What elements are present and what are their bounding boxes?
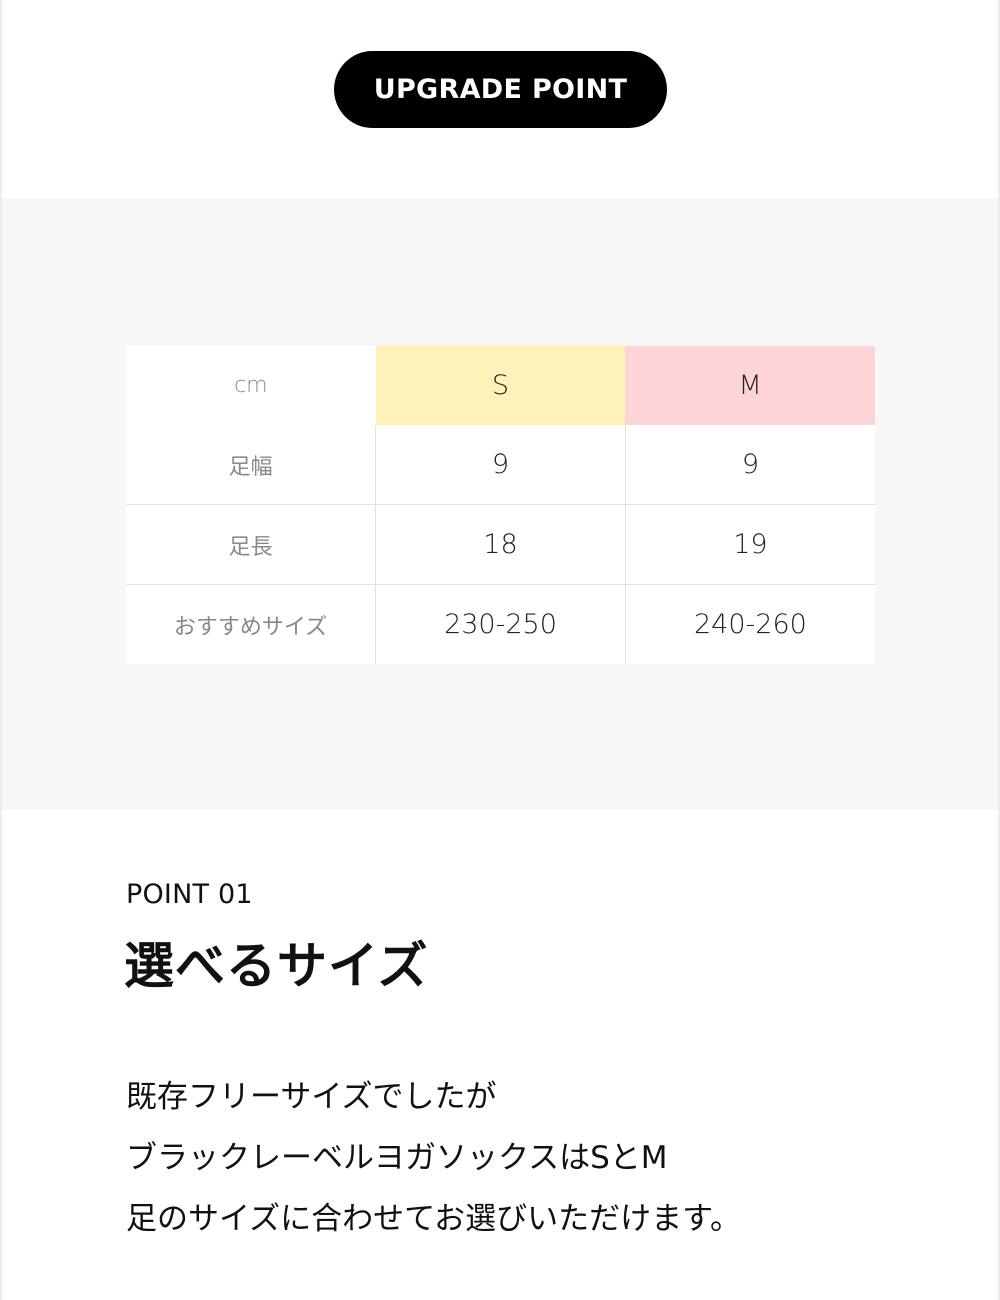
size-table: cm S M 足幅 9 9 足長 18 19 おすすめサイズ 230-250 2… <box>126 346 875 664</box>
cell-s-foot-length: 18 <box>375 504 626 585</box>
cell-m-foot-width: 9 <box>625 425 875 505</box>
description-line: ブラックレーベルヨガソックスはSとM <box>126 1140 668 1176</box>
upgrade-point-badge: UPGRADE POINT <box>334 51 667 128</box>
point-number-label: POINT 01 <box>126 879 253 910</box>
description-line: 既存フリーサイズでしたが <box>126 1079 497 1115</box>
size-s-header-cell: S <box>375 346 626 425</box>
table-row: 足長 18 19 <box>126 504 875 585</box>
cell-s-foot-width: 9 <box>375 425 626 505</box>
unit-header-cell: cm <box>234 373 268 398</box>
row-label-foot-width: 足幅 <box>126 425 377 505</box>
upgrade-point-label: UPGRADE POINT <box>373 74 628 105</box>
size-m-header-cell: M <box>625 346 875 425</box>
cell-m-foot-length: 19 <box>625 504 875 585</box>
point-title: 選べるサイズ <box>124 937 429 995</box>
table-header-row: cm S M <box>126 346 875 425</box>
description-line: 足のサイズに合わせてお選びいただけます。 <box>126 1201 742 1237</box>
row-label-recommended-size: おすすめサイズ <box>126 584 377 664</box>
table-row: 足幅 9 9 <box>126 425 875 505</box>
table-row: おすすめサイズ 230-250 240-260 <box>126 584 875 664</box>
row-label-foot-length: 足長 <box>126 504 377 585</box>
point-description: 既存フリーサイズでしたが ブラックレーベルヨガソックスはSとM 足のサイズに合わ… <box>126 1072 741 1255</box>
cell-s-recommended-size: 230-250 <box>375 584 626 664</box>
cell-m-recommended-size: 240-260 <box>694 609 807 640</box>
